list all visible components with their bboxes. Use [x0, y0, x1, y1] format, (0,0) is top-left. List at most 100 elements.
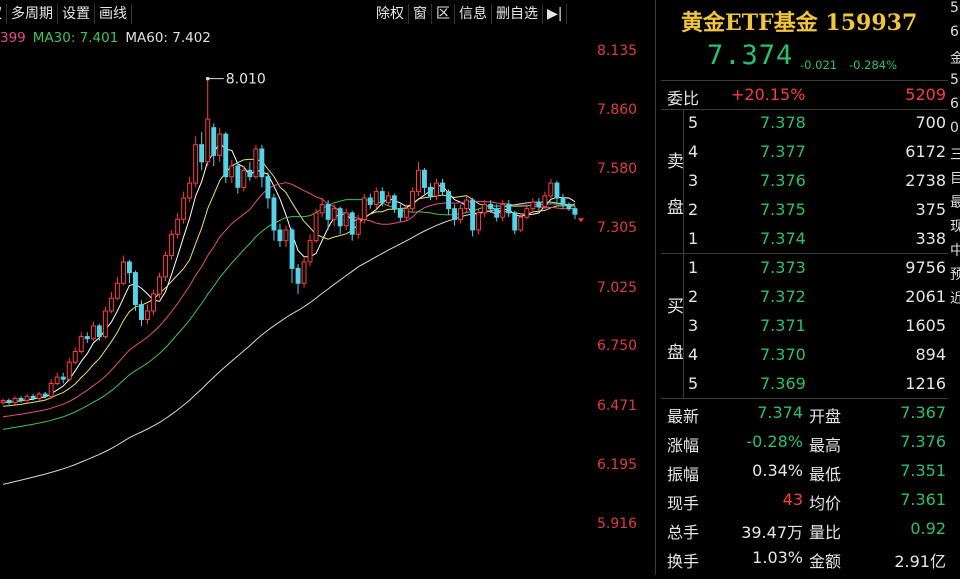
level-index: 3	[688, 316, 698, 335]
stats-cell: 2.91亿	[894, 548, 946, 572]
level-volume: 2738	[905, 171, 946, 190]
candle	[170, 230, 174, 260]
level-index: 1	[688, 258, 698, 277]
bids-row[interactable]: 37.3711605	[661, 312, 948, 341]
last-price: 7.374	[707, 40, 793, 71]
stats-row: 现手43均价7.361	[661, 486, 948, 515]
stats-cell: 最低	[809, 461, 841, 485]
asks-row[interactable]: 27.375375	[661, 196, 948, 225]
stats-cell: 1.03%	[752, 548, 803, 567]
stats-cell: 金额	[809, 548, 841, 572]
level-volume: 700	[915, 113, 946, 132]
level-index: 5	[688, 113, 698, 132]
stats-row: 涨幅-0.28%最高7.376	[661, 428, 948, 457]
stats-cell: 7.374	[757, 403, 803, 422]
bids-row[interactable]: 1 7.373 9756	[661, 254, 948, 283]
candle	[362, 194, 366, 224]
level-volume: 894	[915, 345, 946, 364]
asks-row[interactable]: 17.374338	[661, 225, 948, 254]
candle	[134, 270, 138, 311]
candle	[254, 145, 258, 179]
toolbar-btn-2[interactable]: 设置	[58, 4, 95, 24]
right-edge-strip: 56金560三目最现中预近	[950, 0, 960, 575]
stats-cell: 7.361	[900, 490, 946, 509]
candle	[164, 251, 168, 281]
candle	[302, 258, 306, 288]
level-volume: 2061	[905, 287, 946, 306]
asks-side-label: 卖	[667, 147, 684, 172]
divider	[683, 254, 684, 399]
price-tick-label: 7.025	[597, 280, 653, 296]
toolbar-right-btn-2[interactable]: 区	[432, 4, 455, 24]
asks-row[interactable]: 37.3762738	[661, 167, 948, 196]
edge-char: 预	[950, 264, 960, 288]
asks-row[interactable]: 47.3776172	[661, 138, 948, 167]
edge-char: 目	[950, 168, 960, 192]
level-price: 7.376	[760, 171, 806, 190]
toolbar-right-btn-3[interactable]: 信息	[455, 4, 492, 24]
level-index: 4	[688, 142, 698, 161]
edge-char: 最	[950, 192, 960, 216]
stats-cell: 量比	[809, 519, 841, 543]
level-index: 5	[688, 374, 698, 393]
edge-char: 中	[950, 240, 960, 264]
bids-row[interactable]: 2 7.372 2061	[661, 283, 948, 312]
candle	[314, 209, 318, 243]
ma-legend: 399MA30: 7.401MA60: 7.402	[0, 30, 218, 46]
bids-side-label: 盘	[667, 338, 684, 363]
kline-svg: 8.010	[0, 0, 596, 575]
bids-row[interactable]: 57.3691216	[661, 370, 948, 399]
divider	[655, 0, 656, 575]
bids-row[interactable]: 47.370894	[661, 341, 948, 370]
toolbar-right-btn-0[interactable]: 除权	[372, 4, 409, 24]
asks-row[interactable]: 5 7.378 700	[661, 109, 948, 138]
level-price: 7.372	[760, 287, 806, 306]
bids-side-label: 买	[667, 292, 684, 317]
edge-char: 5	[950, 72, 960, 96]
price-tick-label: 7.305	[597, 220, 653, 236]
price-tick-label: 7.860	[597, 102, 653, 118]
toolbar-right-btn-1[interactable]: 窗	[409, 4, 432, 24]
level-price: 7.377	[760, 142, 806, 161]
level-volume: 338	[915, 229, 946, 248]
divider	[683, 109, 684, 254]
level-price: 7.370	[760, 345, 806, 364]
level-price: 7.369	[760, 374, 806, 393]
toolbar-right-btn-4[interactable]: 删自选	[492, 4, 543, 24]
ma-legend-item: MA30: 7.401	[33, 30, 119, 46]
edge-char: 0	[950, 120, 960, 144]
candle	[152, 290, 156, 316]
level-price: 7.373	[760, 258, 806, 277]
candle	[103, 307, 107, 339]
toolbar-right-btn-5[interactable]: ▶|	[543, 4, 567, 24]
level-price: 7.371	[760, 316, 806, 335]
price-tick-label: 8.135	[597, 43, 653, 59]
candle	[477, 209, 481, 235]
stats-cell: 43	[783, 490, 803, 509]
level-price: 7.375	[760, 200, 806, 219]
level-price: 7.374	[760, 229, 806, 248]
stats-cell: 39.47万	[741, 519, 803, 543]
candle	[411, 187, 415, 213]
weibi-pct: +20.15%	[731, 85, 805, 104]
high-marker-dot	[206, 77, 210, 81]
edge-char: 6	[950, 24, 960, 48]
security-title: 黄金ETF基金 159937	[681, 5, 917, 37]
level-volume: 375	[915, 200, 946, 219]
stats-cell: 涨幅	[667, 432, 699, 456]
toolbar-btn-3[interactable]: 画线	[95, 4, 132, 24]
kline-chart[interactable]: 8.010	[0, 0, 596, 575]
level-index: 2	[688, 287, 698, 306]
price-tick-label: 7.580	[597, 161, 653, 177]
edge-char: 金	[950, 48, 960, 72]
level-volume: 9756	[905, 258, 946, 277]
toolbar-btn-1[interactable]: 多周期	[7, 4, 58, 24]
stats-cell: 7.367	[900, 403, 946, 422]
quote-panel: 黄金ETF基金 159937 7.374 -0.021 -0.284% 委比 +…	[661, 0, 948, 575]
ma-legend-item: MA60: 7.402	[125, 30, 211, 46]
price-tick-label: 5.916	[597, 516, 653, 532]
edge-char: 近	[950, 288, 960, 312]
level-price: 7.378	[760, 113, 806, 132]
toolbar-btn-0[interactable]: 复权	[0, 4, 7, 24]
toolbar-right: 除权窗区信息删自选▶|	[372, 2, 567, 26]
